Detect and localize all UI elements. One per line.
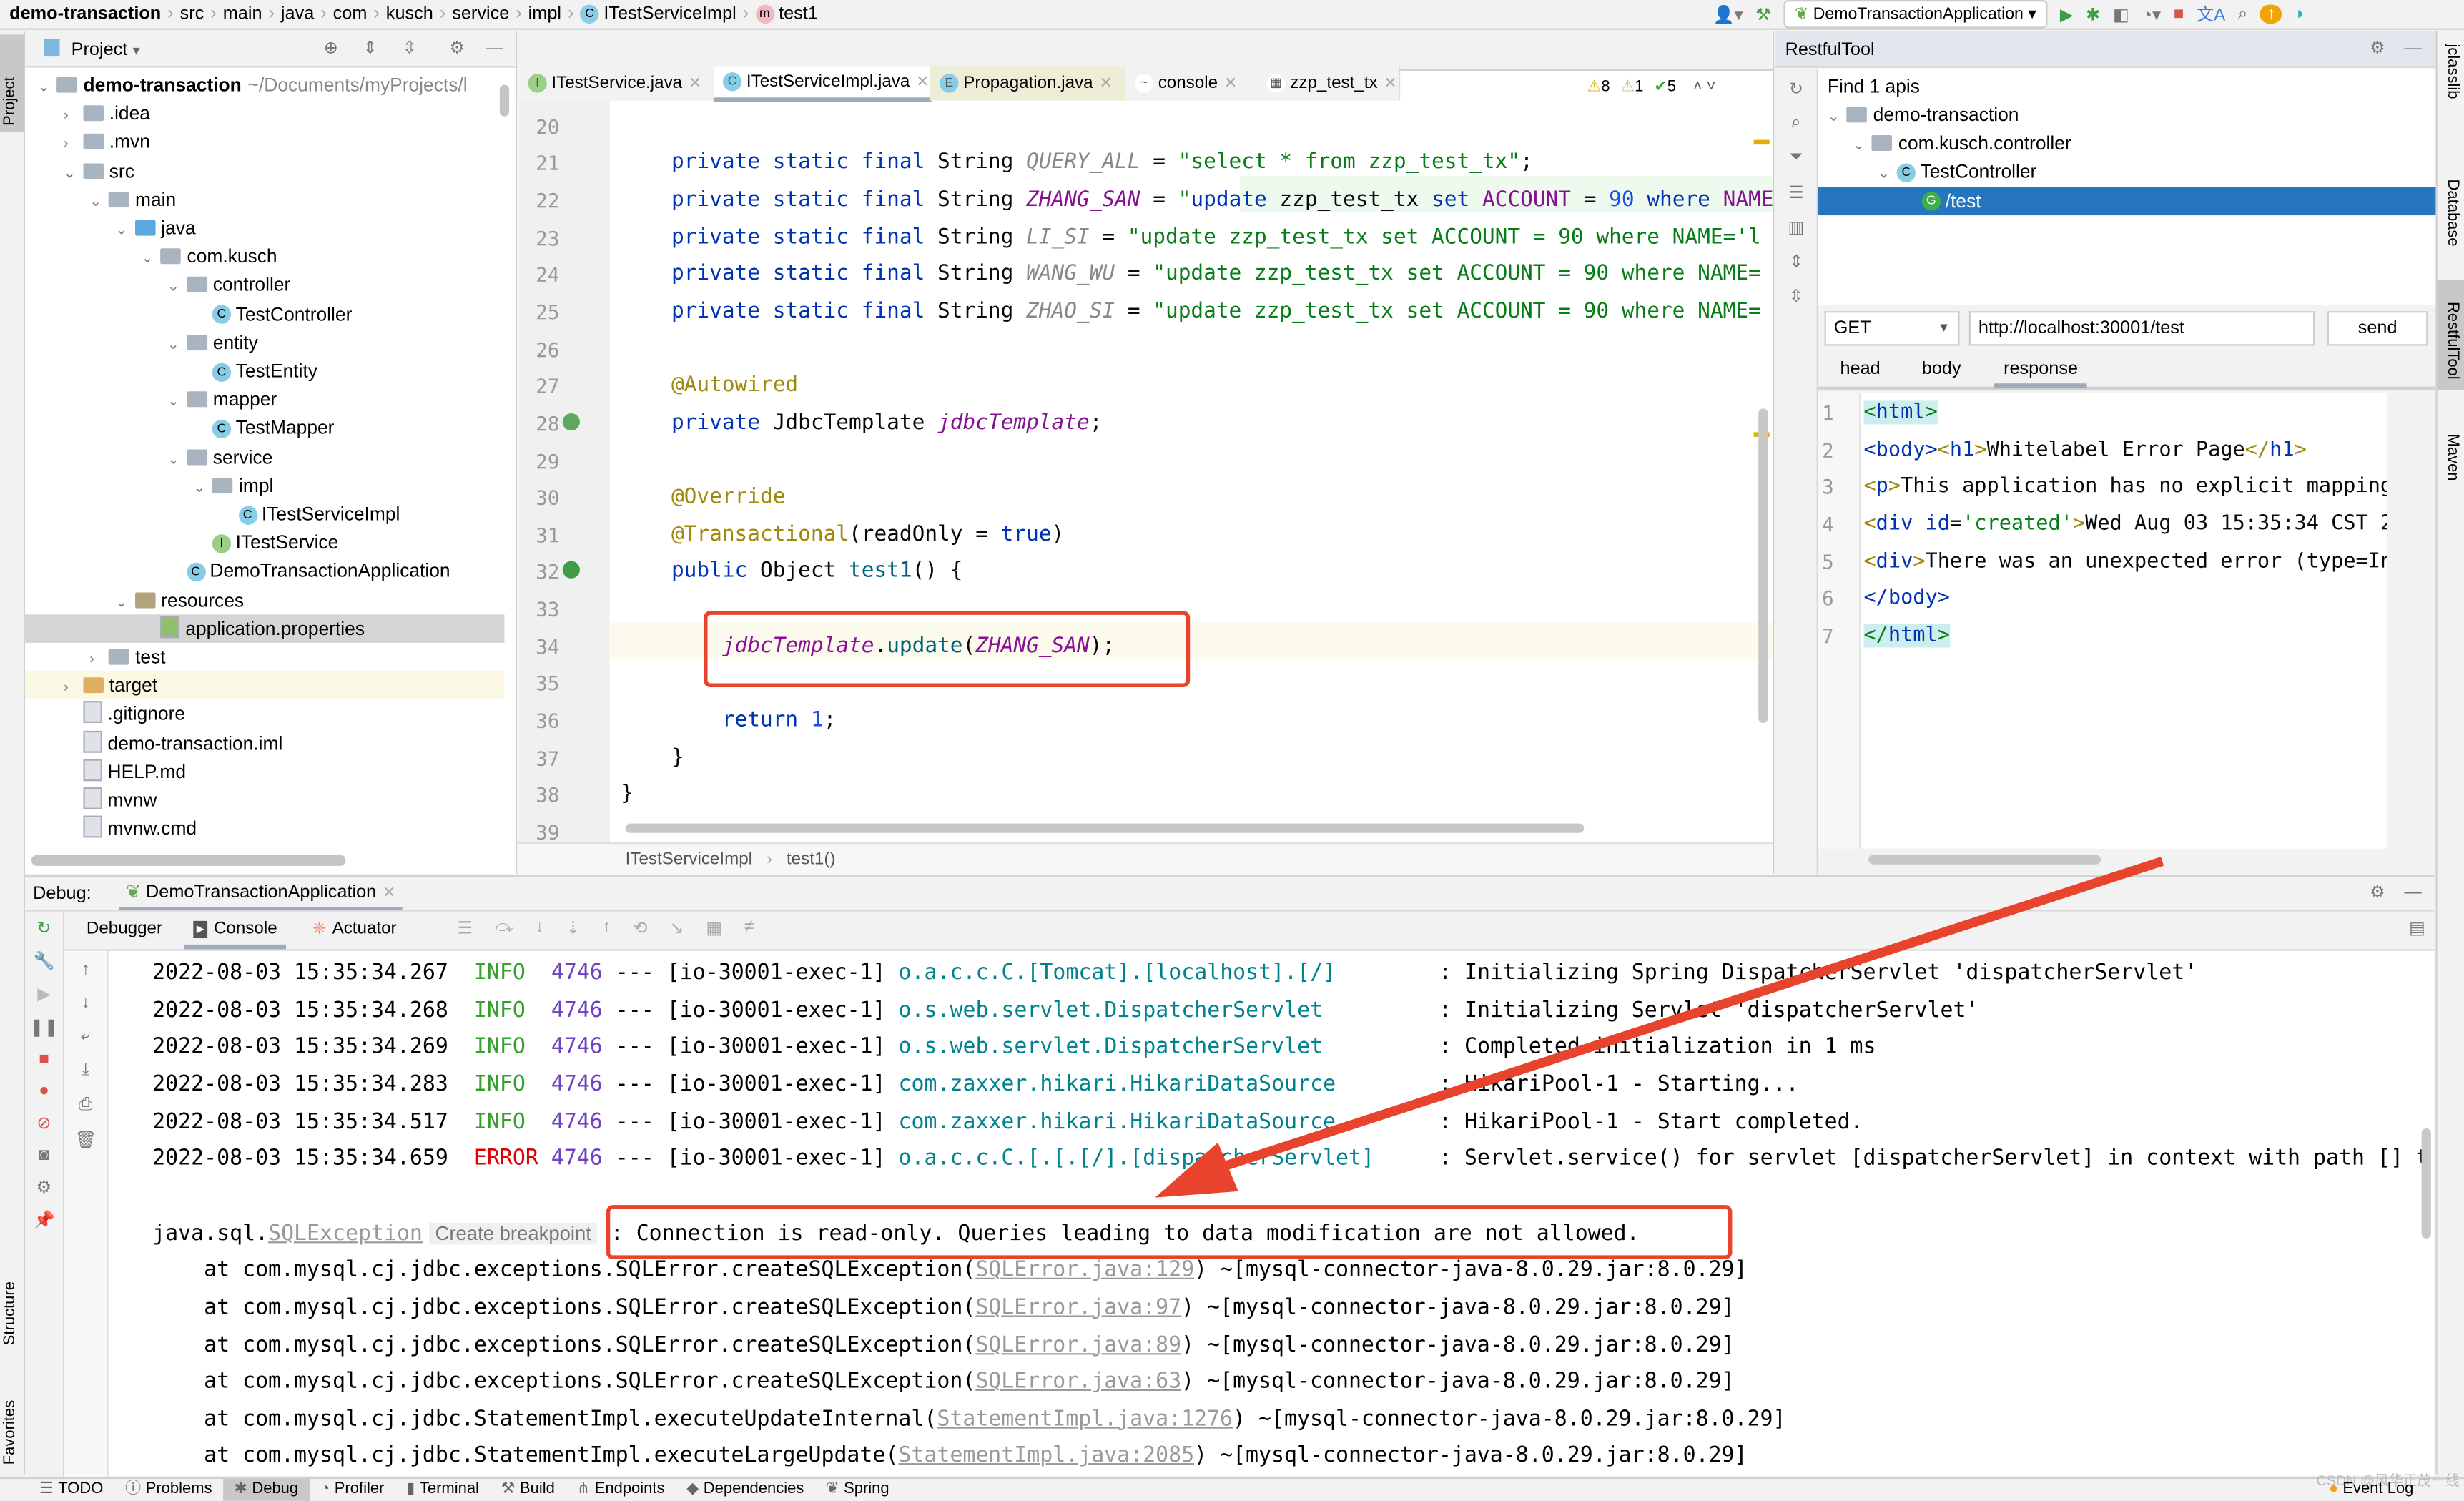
annotation-overlay	[606, 611, 2164, 1259]
highlight-box-code	[704, 611, 1191, 687]
annotation-arrowhead	[1155, 1142, 1238, 1198]
annotation-arrow	[1208, 857, 2164, 1176]
highlight-box-error	[606, 1205, 1733, 1259]
